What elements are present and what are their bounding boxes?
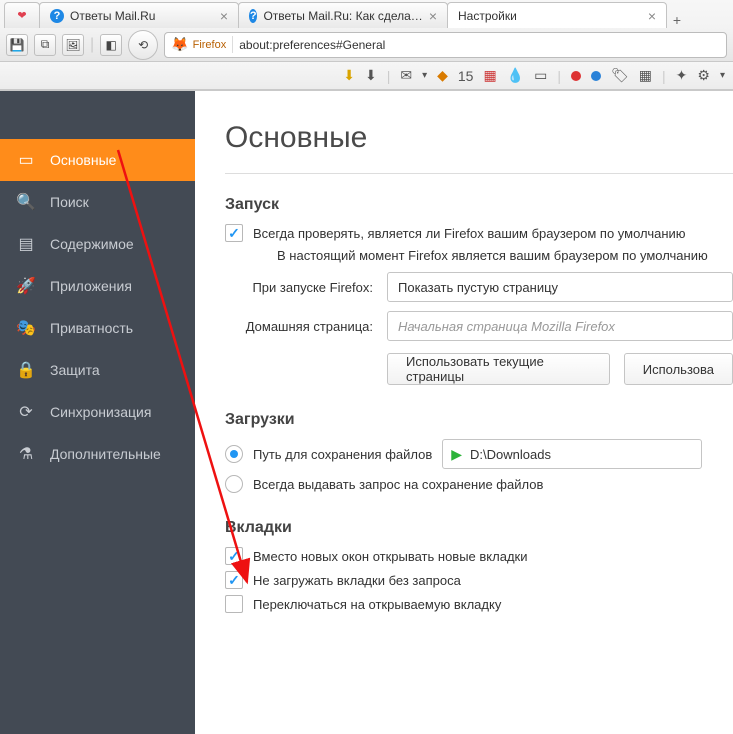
status-blue-icon[interactable] [591,68,601,84]
sidebar-item-privacy[interactable]: 🎭 Приватность [0,307,195,349]
reload-icon[interactable]: ⟲ [128,30,158,60]
content-icon: ▤ [16,234,36,254]
lock-icon: 🔒 [16,360,36,380]
download-icon[interactable]: ⬇ [365,67,377,84]
sidebar-item-label: Защита [50,362,100,378]
sidebar-item-general[interactable]: ▭ Основные [0,139,195,181]
sidebar-item-label: Основные [50,152,116,168]
badge-count[interactable]: 15 [458,68,474,84]
calendar-icon[interactable]: ▦ [483,67,496,84]
rocket-icon: 🚀 [16,276,36,296]
chevron-down-icon[interactable]: ▾ [422,70,427,81]
checkbox-dont-load-tabs[interactable] [225,571,243,589]
preferences-sidebar: ▭ Основные 🔍 Поиск ▤ Содержимое 🚀 Прилож… [0,91,195,734]
drop-icon[interactable]: 💧 [507,67,524,84]
close-icon[interactable]: × [220,8,228,24]
mail-icon[interactable]: ✉ [400,67,412,84]
images-icon[interactable]: 🖼 [62,34,84,56]
firefox-icon: 🦊 [171,36,188,53]
sidebar-item-label: Содержимое [50,236,134,252]
default-browser-status: В настоящий момент Firefox является ваши… [225,248,733,263]
general-icon: ▭ [16,150,36,170]
question-icon: ? [249,9,257,23]
address-bar[interactable]: 🦊 Firefox [164,32,727,58]
main-toolbar: 💾 ⧉ 🖼 | ◧ ⟲ 🦊 Firefox [0,28,733,62]
checkbox-label: Вместо новых окон открывать новые вкладк… [253,549,528,564]
identity-label: Firefox [193,39,227,51]
url-input[interactable] [233,38,726,52]
sidebar-item-label: Синхронизация [50,404,151,420]
downloads-path-field[interactable]: ▶ D:\Downloads [442,439,702,469]
gear-icon[interactable]: ⚙ [697,67,710,84]
checkbox-label: Всегда проверять, является ли Firefox ва… [253,226,686,241]
tab-4-settings[interactable]: Настройки × [447,2,667,28]
identity-box[interactable]: 🦊 Firefox [165,36,233,53]
tab-2[interactable]: ? Ответы Mail.Ru × [39,2,239,28]
sidebar-item-applications[interactable]: 🚀 Приложения [0,265,195,307]
browser-tab-strip: ❤ ? Ответы Mail.Ru × ? Ответы Mail.Ru: К… [0,0,733,28]
page-title: Основные [225,121,733,155]
sidebar-item-label: Приложения [50,278,132,294]
save-icon[interactable]: 💾 [6,34,28,56]
status-red-icon[interactable] [571,68,581,84]
star-icon[interactable]: ✦ [676,67,688,84]
sidebar-item-label: Дополнительные [50,446,161,462]
tab-label: Ответы Mail.Ru: Как сдела… [263,9,422,23]
layers-icon[interactable]: ▦ [639,67,652,84]
folder-icon: ▶ [451,446,462,463]
radio-label: Всегда выдавать запрос на сохранение фай… [253,477,543,492]
tab-3[interactable]: ? Ответы Mail.Ru: Как сдела… × [238,2,448,28]
flask-icon: ⚗ [16,444,36,464]
tab-label: Ответы Mail.Ru [70,9,155,23]
radio-label: Путь для сохранения файлов [253,447,432,462]
preferences-content: Основные Запуск Всегда проверять, являет… [195,91,733,734]
mask-icon: 🎭 [16,318,36,338]
sidebar-item-search[interactable]: 🔍 Поиск [0,181,195,223]
checkbox-label: Переключаться на открываемую вкладку [253,597,501,612]
tab-1[interactable]: ❤ [4,2,40,28]
download-arrow-icon[interactable]: ⬇ [343,67,355,84]
tab-label: Настройки [458,9,517,23]
close-icon[interactable]: × [429,8,437,24]
sidebar-item-advanced[interactable]: ⚗ Дополнительные [0,433,195,475]
heart-icon: ❤ [15,9,29,23]
radio-always-ask[interactable] [225,475,243,493]
homepage-label: Домашняя страница: [225,319,373,334]
search-icon: 🔍 [16,192,36,212]
sidebar-item-security[interactable]: 🔒 Защита [0,349,195,391]
new-tab-button[interactable]: + [666,12,688,28]
on-start-label: При запуске Firefox: [225,280,373,295]
section-downloads-heading: Загрузки [225,411,733,429]
checkbox-check-default[interactable] [225,224,243,242]
sidebar-item-sync[interactable]: ⟳ Синхронизация [0,391,195,433]
sidebar-item-label: Поиск [50,194,89,210]
section-tabs-heading: Вкладки [225,519,733,537]
radio-save-to[interactable] [225,445,243,463]
extension-icon[interactable]: ◆ [437,67,448,84]
on-start-select[interactable]: Показать пустую страницу [387,272,733,302]
checkbox-tabs-instead-windows[interactable] [225,547,243,565]
checkbox-label: Не загружать вкладки без запроса [253,573,461,588]
close-icon[interactable]: × [648,8,656,24]
window-icon[interactable]: ◧ [100,34,122,56]
sidebar-item-content[interactable]: ▤ Содержимое [0,223,195,265]
question-icon: ? [50,9,64,23]
select-value: Показать пустую страницу [398,280,558,295]
homepage-input[interactable]: Начальная страница Mozilla Firefox [387,311,733,341]
sync-icon: ⟳ [16,402,36,422]
screenshot-icon[interactable]: ⧉ [34,34,56,56]
sidebar-item-label: Приватность [50,320,133,336]
use-current-pages-button[interactable]: Использовать текущие страницы [387,353,610,385]
use-bookmark-button[interactable]: Использова [624,353,733,385]
downloads-path-value: D:\Downloads [470,447,551,462]
page-icon[interactable]: ▭ [534,67,547,84]
checkbox-switch-to-tab[interactable] [225,595,243,613]
chevron-down-icon[interactable]: ▾ [720,70,725,81]
addon-toolbar: ⬇ ⬇ | ✉ ▾ ◆ 15 ▦ 💧 ▭ | 🏷 ▦ | ✦ ⚙ ▾ [0,62,733,90]
homepage-placeholder: Начальная страница Mozilla Firefox [398,319,615,334]
tag-icon[interactable]: 🏷 [611,67,629,84]
section-startup-heading: Запуск [225,196,733,214]
